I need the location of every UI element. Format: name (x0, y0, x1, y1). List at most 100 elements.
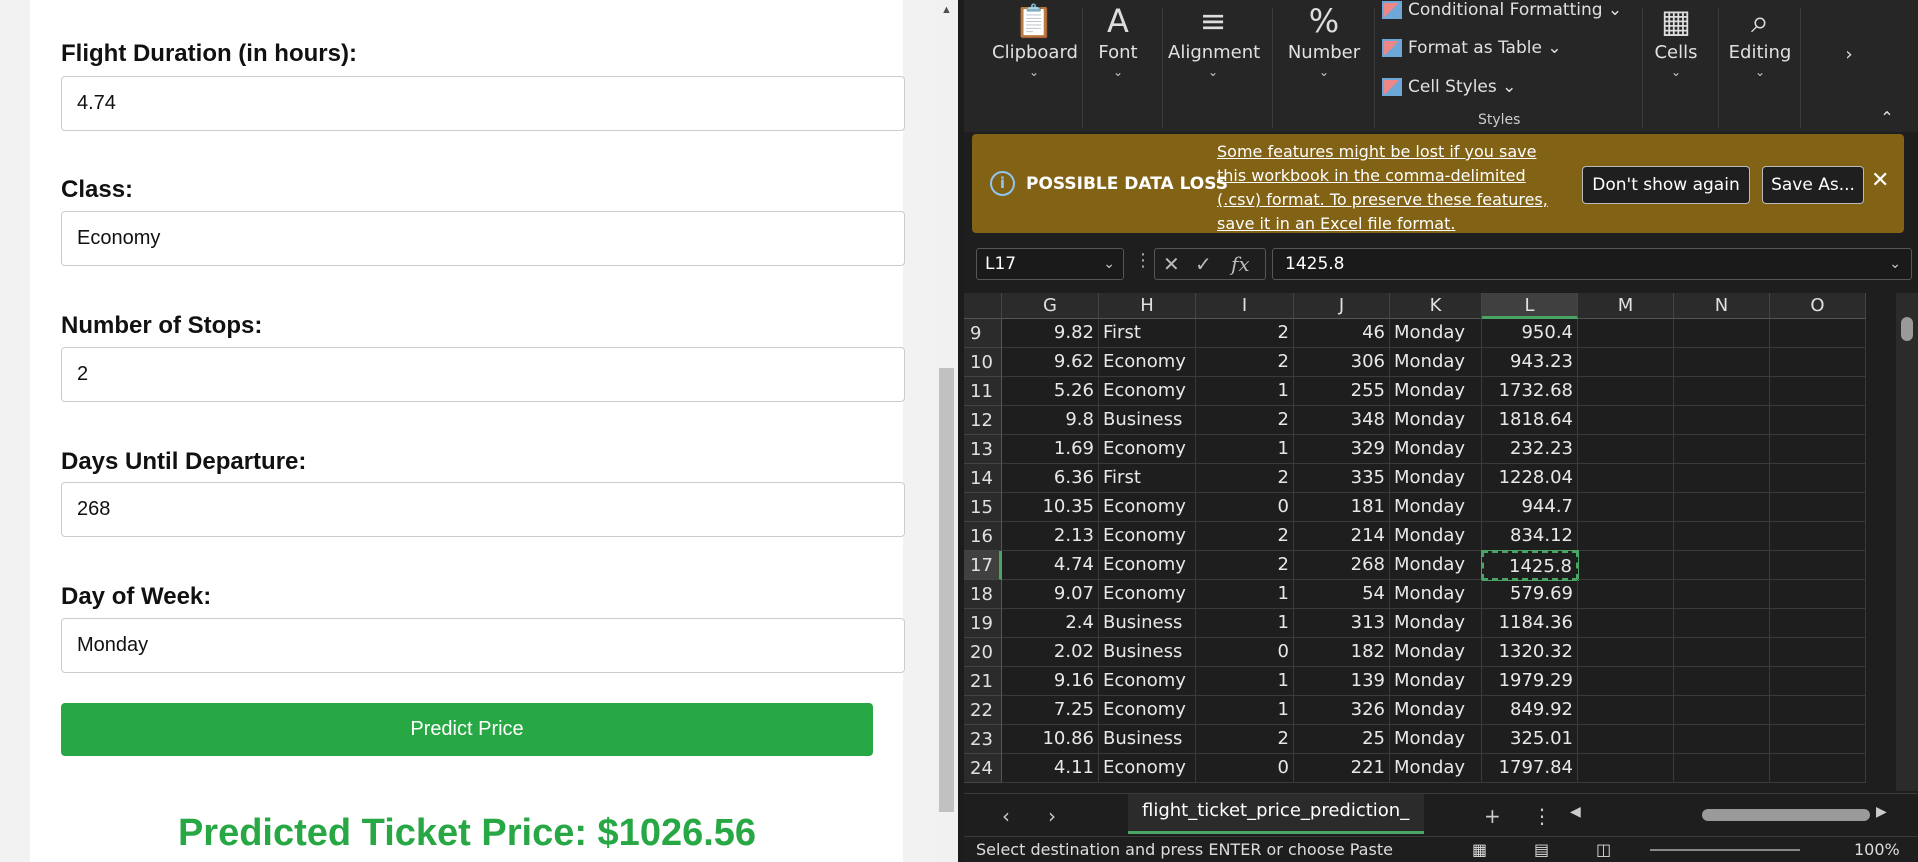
cell-l24[interactable]: 1797.84 (1482, 754, 1578, 783)
cell-k21[interactable]: Monday (1390, 667, 1482, 696)
name-box[interactable]: L17 ⌄ (976, 248, 1124, 280)
cell-h19[interactable]: Business (1099, 609, 1196, 638)
cell-g16[interactable]: 2.13 (1002, 522, 1099, 551)
cell-g9[interactable]: 9.82 (1002, 319, 1099, 348)
cell-h9[interactable]: First (1099, 319, 1196, 348)
cell-i10[interactable]: 2 (1196, 348, 1294, 377)
font-group[interactable]: A Font ⌄ (1088, 0, 1148, 79)
column-header-k[interactable]: K (1390, 293, 1482, 319)
days-until-departure-input[interactable]: 268 (61, 482, 905, 537)
cell-k20[interactable]: Monday (1390, 638, 1482, 667)
flight-duration-input[interactable]: 4.74 (61, 76, 905, 131)
cell-g10[interactable]: 9.62 (1002, 348, 1099, 377)
cell-o13[interactable] (1770, 435, 1866, 464)
cell-m13[interactable] (1578, 435, 1674, 464)
cell-i13[interactable]: 1 (1196, 435, 1294, 464)
row-header[interactable]: 12 (964, 406, 1002, 435)
cell-l9[interactable]: 950.4 (1482, 319, 1578, 348)
cell-o22[interactable] (1770, 696, 1866, 725)
row-header[interactable]: 9 (964, 319, 1002, 348)
cell-j16[interactable]: 214 (1294, 522, 1390, 551)
cell-m15[interactable] (1578, 493, 1674, 522)
conditional-formatting-button[interactable]: Conditional Formatting ⌄ (1382, 0, 1622, 20)
cell-n22[interactable] (1674, 696, 1770, 725)
cell-k24[interactable]: Monday (1390, 754, 1482, 783)
sheet-vertical-scrollbar[interactable] (1896, 293, 1918, 791)
cell-k17[interactable]: Monday (1390, 551, 1482, 580)
cell-m24[interactable] (1578, 754, 1674, 783)
cell-k11[interactable]: Monday (1390, 377, 1482, 406)
cell-o17[interactable] (1770, 551, 1866, 580)
cell-m10[interactable] (1578, 348, 1674, 377)
save-as-button[interactable]: Save As... (1762, 166, 1864, 204)
cell-g11[interactable]: 5.26 (1002, 377, 1099, 406)
cell-o18[interactable] (1770, 580, 1866, 609)
cell-j21[interactable]: 139 (1294, 667, 1390, 696)
check-icon[interactable]: ✓ (1195, 249, 1212, 279)
cell-j9[interactable]: 46 (1294, 319, 1390, 348)
cell-l18[interactable]: 579.69 (1482, 580, 1578, 609)
row-header[interactable]: 20 (964, 638, 1002, 667)
cell-h10[interactable]: Economy (1099, 348, 1196, 377)
cell-h13[interactable]: Economy (1099, 435, 1196, 464)
scroll-right-icon[interactable]: ▶ (1876, 804, 1887, 820)
cell-m19[interactable] (1578, 609, 1674, 638)
cell-o10[interactable] (1770, 348, 1866, 377)
cell-h16[interactable]: Economy (1099, 522, 1196, 551)
alignment-group[interactable]: ≡ Alignment ⌄ (1168, 0, 1260, 79)
cell-l19[interactable]: 1184.36 (1482, 609, 1578, 638)
cell-g13[interactable]: 1.69 (1002, 435, 1099, 464)
clipboard-group[interactable]: 📋 Clipboard ⌄ (992, 0, 1078, 79)
cell-l16[interactable]: 834.12 (1482, 522, 1578, 551)
collapse-ribbon-icon[interactable]: ⌃ (1872, 108, 1902, 127)
cell-k19[interactable]: Monday (1390, 609, 1482, 638)
cell-i20[interactable]: 0 (1196, 638, 1294, 667)
row-header[interactable]: 16 (964, 522, 1002, 551)
cell-o15[interactable] (1770, 493, 1866, 522)
page-layout-icon[interactable]: ▤ (1534, 837, 1549, 862)
cell-j20[interactable]: 182 (1294, 638, 1390, 667)
page-break-icon[interactable]: ◫ (1596, 837, 1611, 862)
zoom-level[interactable]: 100% (1854, 837, 1900, 862)
cell-n16[interactable] (1674, 522, 1770, 551)
cell-i9[interactable]: 2 (1196, 319, 1294, 348)
row-header[interactable]: 22 (964, 696, 1002, 725)
cell-g22[interactable]: 7.25 (1002, 696, 1099, 725)
cell-g14[interactable]: 6.36 (1002, 464, 1099, 493)
cell-i18[interactable]: 1 (1196, 580, 1294, 609)
cell-m17[interactable] (1578, 551, 1674, 580)
cell-h21[interactable]: Economy (1099, 667, 1196, 696)
row-header[interactable]: 13 (964, 435, 1002, 464)
cell-j17[interactable]: 268 (1294, 551, 1390, 580)
cell-j19[interactable]: 313 (1294, 609, 1390, 638)
cell-h24[interactable]: Economy (1099, 754, 1196, 783)
cancel-icon[interactable]: ✕ (1163, 249, 1180, 279)
column-header-g[interactable]: G (1002, 293, 1099, 319)
row-header[interactable]: 24 (964, 754, 1002, 783)
row-header[interactable]: 23 (964, 725, 1002, 754)
cell-o16[interactable] (1770, 522, 1866, 551)
cell-k10[interactable]: Monday (1390, 348, 1482, 377)
cell-i21[interactable]: 1 (1196, 667, 1294, 696)
cell-m9[interactable] (1578, 319, 1674, 348)
cell-i16[interactable]: 2 (1196, 522, 1294, 551)
column-header-j[interactable]: J (1294, 293, 1390, 319)
cell-j22[interactable]: 326 (1294, 696, 1390, 725)
cell-m11[interactable] (1578, 377, 1674, 406)
cell-o12[interactable] (1770, 406, 1866, 435)
page-scrollbar[interactable]: ▲ (935, 0, 958, 862)
cell-i19[interactable]: 1 (1196, 609, 1294, 638)
cell-l17[interactable]: 1425.8 (1481, 550, 1579, 581)
sheet-scrollbar-thumb[interactable] (1901, 317, 1913, 341)
cell-n18[interactable] (1674, 580, 1770, 609)
zoom-slider[interactable] (1650, 849, 1800, 851)
cell-g20[interactable]: 2.02 (1002, 638, 1099, 667)
cell-g21[interactable]: 9.16 (1002, 667, 1099, 696)
cell-k23[interactable]: Monday (1390, 725, 1482, 754)
scroll-up-icon[interactable]: ▲ (935, 0, 958, 20)
cell-h11[interactable]: Economy (1099, 377, 1196, 406)
cell-n9[interactable] (1674, 319, 1770, 348)
cell-i17[interactable]: 2 (1196, 551, 1294, 580)
cell-k16[interactable]: Monday (1390, 522, 1482, 551)
scroll-left-icon[interactable]: ◀ (1570, 804, 1581, 820)
